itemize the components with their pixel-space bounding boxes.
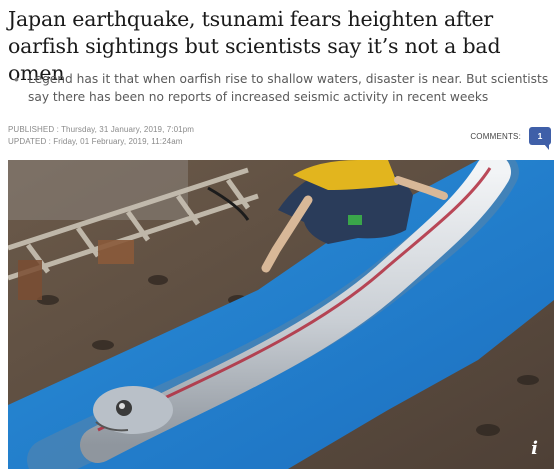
comments-label: COMMENTS: <box>470 131 521 141</box>
published-date: PUBLISHED : Thursday, 31 January, 2019, … <box>8 125 195 134</box>
article-photo: i <box>8 160 554 469</box>
summary-text: Legend has it that when oarfish rise to … <box>28 72 549 104</box>
bullet-icon: • <box>14 71 19 87</box>
updated-date: UPDATED : Friday, 01 February, 2019, 11:… <box>8 137 183 146</box>
info-icon[interactable]: i <box>531 438 538 459</box>
article-summary: • Legend has it that when oarfish rise t… <box>14 70 554 106</box>
oarfish-photo-illustration <box>8 160 554 469</box>
comments-link[interactable]: COMMENTS: 1 <box>470 127 551 150</box>
comment-count-badge[interactable]: 1 <box>529 127 551 150</box>
article-meta: PUBLISHED : Thursday, 31 January, 2019, … <box>8 124 194 148</box>
